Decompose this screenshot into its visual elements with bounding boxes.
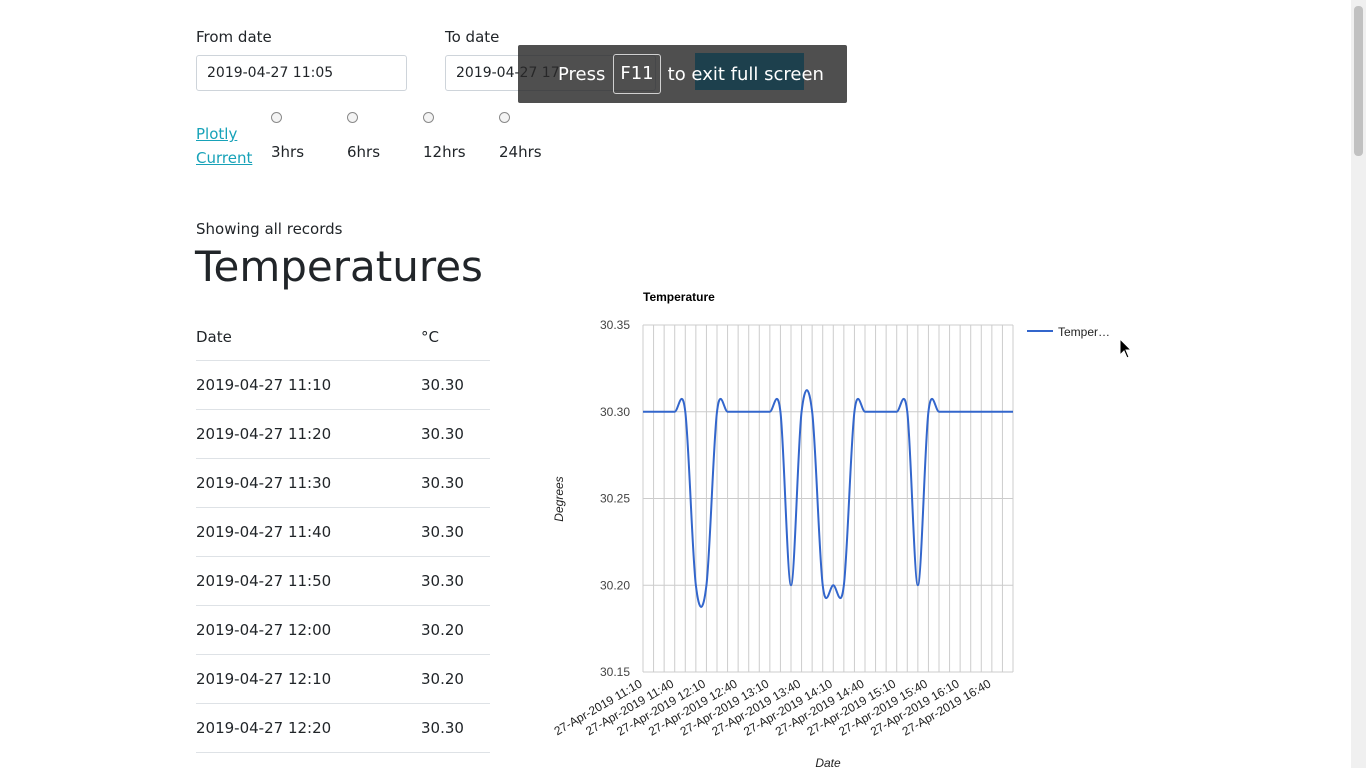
row-date: 2019-04-27 11:50 <box>196 556 421 606</box>
to-date-label: To date <box>445 28 500 46</box>
table-row: 2019-04-27 12:10 30.20 <box>196 654 490 704</box>
fullscreen-exit-text: to exit full screen <box>667 63 824 85</box>
temperature-chart: Temperature 30.35 30.30 30.25 30.20 30.15 27… <box>552 290 1110 768</box>
row-date: 2019-04-27 12:10 <box>196 654 421 704</box>
temperatures-table: Date °C 2019-04-27 11:10 30.30 2019-04-27… <box>196 313 490 753</box>
table-row: 2019-04-27 11:20 30.30 <box>196 409 490 459</box>
page-title: Temperatures <box>195 242 483 291</box>
row-temp: 30.30 <box>421 458 490 508</box>
y-tick-label: 30.30 <box>600 405 630 419</box>
y-tick-label: 30.20 <box>600 578 630 592</box>
x-axis-label: Date <box>815 756 841 768</box>
table-row: 2019-04-27 11:10 30.30 <box>196 360 490 410</box>
fullscreen-press-text: Press <box>558 63 606 85</box>
table-row: 2019-04-27 12:00 30.20 <box>196 605 490 655</box>
fullscreen-notice: Press F11 to exit full screen <box>518 45 847 103</box>
x-axis-ticks: 27-Apr-2019 11:1027-Apr-2019 11:4027-Apr… <box>552 676 994 738</box>
y-axis-ticks: 30.35 30.30 30.25 30.20 30.15 <box>600 318 630 679</box>
row-temp: 30.30 <box>421 360 490 410</box>
table-header-row: Date °C <box>196 313 490 361</box>
f11-key: F11 <box>613 54 661 94</box>
row-temp: 30.20 <box>421 605 490 655</box>
row-temp: 30.20 <box>421 654 490 704</box>
chart-legend[interactable]: Temper… <box>1027 325 1110 339</box>
row-temp: 30.30 <box>421 556 490 606</box>
legend-label: Temper… <box>1058 325 1110 339</box>
chart-grid <box>642 324 1014 673</box>
table-row: 2019-04-27 11:30 30.30 <box>196 458 490 508</box>
records-status: Showing all records <box>196 220 343 238</box>
row-temp: 30.30 <box>421 507 490 557</box>
range-3hrs-radio[interactable] <box>271 112 282 123</box>
row-date: 2019-04-27 12:20 <box>196 703 421 753</box>
range-12hrs-label: 12hrs <box>423 143 466 161</box>
row-date: 2019-04-27 11:20 <box>196 409 421 459</box>
table-row: 2019-04-27 11:50 30.30 <box>196 556 490 606</box>
range-3hrs-label: 3hrs <box>271 143 305 161</box>
row-temp: 30.30 <box>421 409 490 459</box>
from-date-input[interactable]: 2019-04-27 11:05 <box>196 55 407 91</box>
range-12hrs-radio[interactable] <box>423 112 434 123</box>
range-24hrs-radio[interactable] <box>499 112 510 123</box>
range-6hrs-label: 6hrs <box>347 143 381 161</box>
row-date: 2019-04-27 12:00 <box>196 605 421 655</box>
y-tick-label: 30.35 <box>600 318 630 332</box>
range-24hrs-label: 24hrs <box>499 143 542 161</box>
y-tick-label: 30.25 <box>600 492 630 506</box>
y-tick-label: 30.15 <box>600 665 630 679</box>
table-row: 2019-04-27 12:20 30.30 <box>196 703 490 753</box>
from-date-label: From date <box>196 28 272 46</box>
plotly-link[interactable]: Plotly <box>196 125 237 143</box>
current-link[interactable]: Current <box>196 149 252 167</box>
scrollbar-thumb[interactable] <box>1354 6 1363 156</box>
row-date: 2019-04-27 11:40 <box>196 507 421 557</box>
chart-title: Temperature <box>643 290 715 304</box>
row-date: 2019-04-27 11:30 <box>196 458 421 508</box>
mouse-cursor-icon <box>1119 338 1133 359</box>
table-row: 2019-04-27 11:40 30.30 <box>196 507 490 557</box>
range-6hrs-radio[interactable] <box>347 112 358 123</box>
date-column-header: Date <box>196 313 421 361</box>
page-scrollbar[interactable] <box>1351 0 1366 768</box>
row-temp: 30.30 <box>421 703 490 753</box>
celsius-column-header: °C <box>421 313 490 361</box>
y-axis-label: Degrees <box>552 476 566 521</box>
row-date: 2019-04-27 11:10 <box>196 360 421 410</box>
